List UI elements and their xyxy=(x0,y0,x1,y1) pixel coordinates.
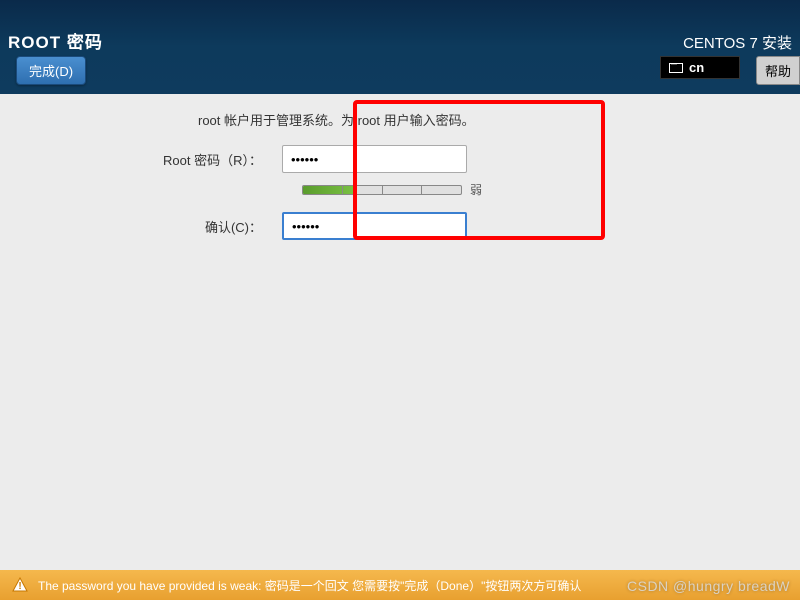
keyboard-layout-indicator[interactable]: cn xyxy=(660,56,740,79)
intro-text: root 帐户用于管理系统。为 root 用户输入密码。 xyxy=(198,110,770,129)
warning-icon: ! xyxy=(12,577,28,593)
confirm-password-input[interactable] xyxy=(282,212,467,240)
lang-code: cn xyxy=(689,60,704,75)
page-title: ROOT 密码 xyxy=(8,28,103,53)
keyboard-icon xyxy=(669,63,683,73)
svg-text:!: ! xyxy=(18,581,21,592)
root-password-row: Root 密码（R）： xyxy=(30,145,770,173)
strength-text: 弱 xyxy=(470,181,482,198)
warning-text: The password you have provided is weak: … xyxy=(38,577,581,594)
strength-segments xyxy=(303,186,461,194)
watermark-text: CSDN @hungry breadW xyxy=(627,578,790,594)
header-bar: ROOT 密码 完成(D) CENTOS 7 安装 cn 帮助 xyxy=(0,0,800,94)
root-password-label: Root 密码（R）： xyxy=(130,150,282,169)
strength-row: 弱 xyxy=(302,181,770,198)
password-strength-bar xyxy=(302,185,462,195)
installer-title: CENTOS 7 安装 xyxy=(683,32,792,53)
content-area: root 帐户用于管理系统。为 root 用户输入密码。 Root 密码（R）：… xyxy=(0,94,800,264)
confirm-password-label: 确认(C)： xyxy=(130,217,282,236)
done-button[interactable]: 完成(D) xyxy=(16,56,86,85)
confirm-password-row: 确认(C)： xyxy=(30,212,770,240)
root-password-input[interactable] xyxy=(282,145,467,173)
help-button[interactable]: 帮助 xyxy=(756,56,800,85)
